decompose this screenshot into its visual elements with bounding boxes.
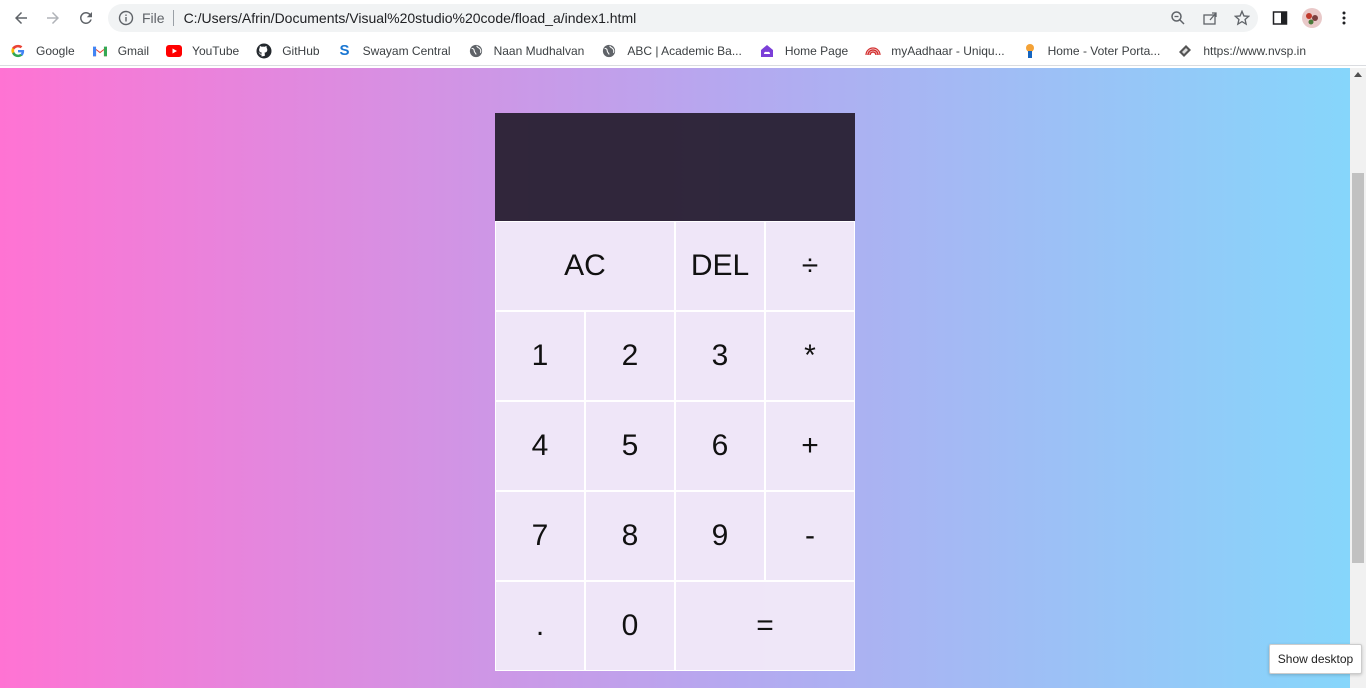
multiply-button[interactable]: * <box>765 311 855 401</box>
bookmark-abc[interactable]: ABC | Academic Ba... <box>601 43 742 59</box>
arrow-right-icon <box>47 12 59 24</box>
decimal-button[interactable]: . <box>495 581 585 671</box>
back-button[interactable] <box>9 6 33 30</box>
bookmark-label: YouTube <box>192 43 240 58</box>
gmail-icon <box>92 43 108 59</box>
bookmark-label: Gmail <box>117 43 150 58</box>
side-panel-button[interactable] <box>1268 6 1292 30</box>
digit-8-button[interactable]: 8 <box>585 491 675 581</box>
nvsp-icon <box>1177 43 1193 59</box>
digit-1-button[interactable]: 1 <box>495 311 585 401</box>
scheme-label: File <box>142 10 165 26</box>
digit-0-button[interactable]: 0 <box>585 581 675 671</box>
bookmark-label: https://www.nvsp.in <box>1203 43 1307 58</box>
bookmark-google[interactable]: Google <box>10 43 75 59</box>
digit-5-button[interactable]: 5 <box>585 401 675 491</box>
reload-icon <box>79 11 92 24</box>
digit-2-button[interactable]: 2 <box>585 311 675 401</box>
globe-icon <box>601 43 617 59</box>
bookmark-github[interactable]: GitHub <box>256 43 320 59</box>
all-clear-button[interactable]: AC <box>495 221 675 311</box>
divide-button[interactable]: ÷ <box>765 221 855 311</box>
bookmark-naan-mudhalvan[interactable]: Naan Mudhalvan <box>468 43 585 59</box>
reload-button[interactable] <box>74 6 98 30</box>
globe-icon <box>468 43 484 59</box>
vertical-scrollbar[interactable] <box>1350 68 1366 688</box>
separator <box>172 10 174 26</box>
aadhaar-icon <box>865 43 881 59</box>
bookmark-nvsp[interactable]: https://www.nvsp.in <box>1177 43 1306 59</box>
page-viewport: AC DEL ÷ 1 2 3 * 4 5 6 + 7 8 9 - . 0 = <box>0 68 1350 688</box>
forward-button[interactable] <box>41 6 65 30</box>
side-panel-icon <box>1272 11 1288 25</box>
bookmark-label: myAadhaar - Uniqu... <box>891 43 1005 58</box>
youtube-icon <box>166 43 183 59</box>
minus-button[interactable]: - <box>765 491 855 581</box>
digit-3-button[interactable]: 3 <box>675 311 765 401</box>
info-icon[interactable] <box>118 10 134 26</box>
plus-button[interactable]: + <box>765 401 855 491</box>
digit-4-button[interactable]: 4 <box>495 401 585 491</box>
bookmark-label: Naan Mudhalvan <box>493 43 585 58</box>
star-icon[interactable] <box>1232 8 1252 28</box>
digit-7-button[interactable]: 7 <box>495 491 585 581</box>
url-text[interactable]: C:/Users/Afrin/Documents/Visual%20studio… <box>184 10 637 26</box>
address-bar[interactable]: File C:/Users/Afrin/Documents/Visual%20s… <box>108 4 1258 32</box>
delete-button[interactable]: DEL <box>675 221 765 311</box>
bookmarks-bar: Google Gmail YouTube GitHub S Swayam Cen… <box>0 36 1366 66</box>
bookmark-label: Swayam Central <box>362 43 451 58</box>
bookmark-youtube[interactable]: YouTube <box>166 43 239 59</box>
menu-button[interactable] <box>1332 6 1356 30</box>
bookmark-gmail[interactable]: Gmail <box>92 43 149 59</box>
google-icon <box>10 43 26 59</box>
equals-button[interactable]: = <box>675 581 855 671</box>
avatar-icon <box>1302 8 1322 28</box>
profile-avatar[interactable] <box>1300 6 1324 30</box>
zoom-icon[interactable] <box>1168 8 1188 28</box>
more-vert-icon <box>1342 11 1346 25</box>
bookmark-label: GitHub <box>282 43 320 58</box>
digit-6-button[interactable]: 6 <box>675 401 765 491</box>
bookmark-voter-portal[interactable]: Home - Voter Porta... <box>1022 43 1161 59</box>
share-icon[interactable] <box>1200 8 1220 28</box>
bookmark-aadhaar[interactable]: myAadhaar - Uniqu... <box>865 43 1005 59</box>
bookmark-label: Google <box>36 43 75 58</box>
github-icon <box>256 43 272 59</box>
calculator-display <box>495 113 855 221</box>
bookmark-label: ABC | Academic Ba... <box>627 43 742 58</box>
scrollbar-thumb[interactable] <box>1352 173 1364 563</box>
arrow-left-icon <box>15 12 27 24</box>
calculator: AC DEL ÷ 1 2 3 * 4 5 6 + 7 8 9 - . 0 = <box>495 113 855 671</box>
digit-9-button[interactable]: 9 <box>675 491 765 581</box>
browser-toolbar: File C:/Users/Afrin/Documents/Visual%20s… <box>0 0 1366 36</box>
bookmark-label: Home Page <box>784 43 849 58</box>
show-desktop-tooltip: Show desktop <box>1269 644 1362 674</box>
bookmark-swayam[interactable]: S Swayam Central <box>337 42 451 59</box>
voter-portal-icon <box>1022 43 1038 59</box>
bookmark-label: Home - Voter Porta... <box>1047 43 1161 58</box>
swayam-icon: S <box>339 42 350 59</box>
bookmark-home-page[interactable]: Home Page <box>759 43 848 59</box>
home-page-icon <box>759 43 775 59</box>
scroll-up-arrow-icon[interactable] <box>1354 72 1362 77</box>
